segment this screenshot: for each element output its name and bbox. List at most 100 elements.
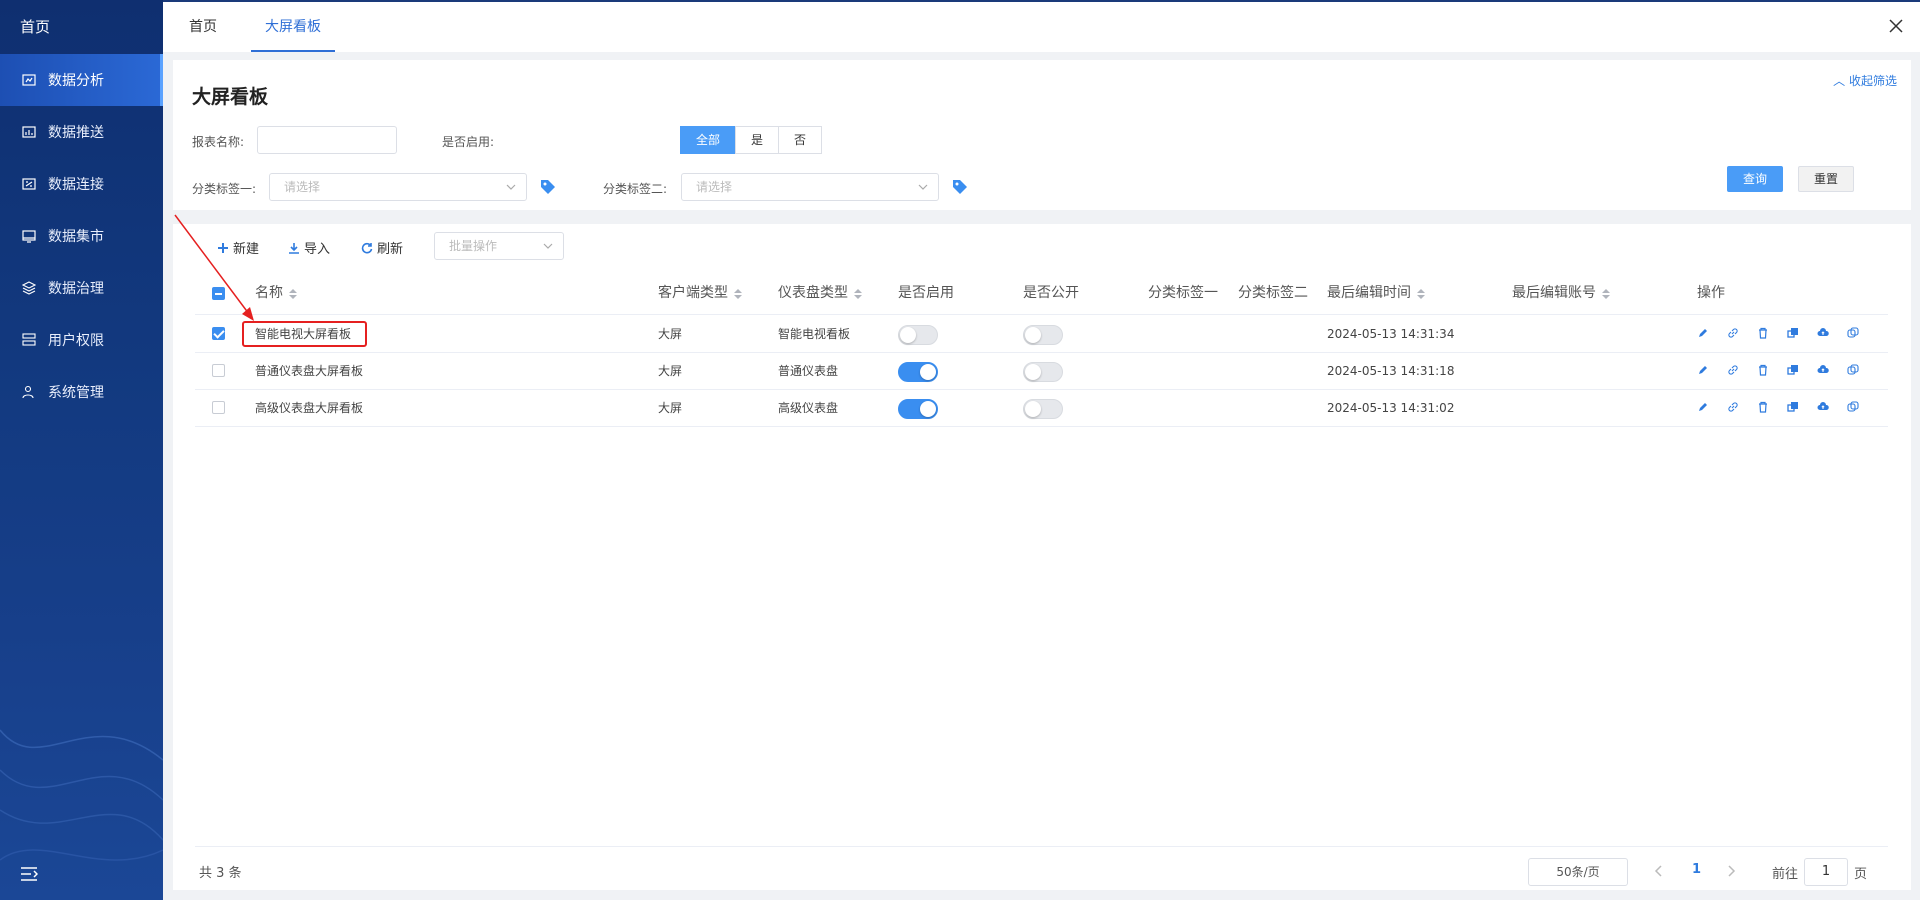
settings-user-icon [22,385,36,399]
duplicate-icon[interactable] [1847,364,1859,376]
duplicate-icon[interactable] [1847,327,1859,339]
sidebar-home[interactable]: 首页 [0,0,163,54]
sidebar-item-label: 数据推送 [48,125,104,141]
bar-chart-icon [22,125,36,139]
cell-last-edit-time: 2024-05-13 14:31:02 [1327,401,1455,415]
column-dashboard-type[interactable]: 仪表盘类型 [778,272,862,315]
cell-client-type: 大屏 [658,364,683,378]
enabled-segmented: 全部 是 否 [680,126,823,154]
refresh-button[interactable]: 刷新 [361,238,403,257]
prev-page-icon[interactable] [1653,864,1665,878]
copy-icon[interactable] [1787,401,1799,413]
tab-bar: 首页 大屏看板 [163,0,1920,52]
menu-collapse-icon[interactable] [20,866,38,882]
column-client-type[interactable]: 客户端类型 [658,272,742,315]
enabled-option-all[interactable]: 全部 [680,126,737,154]
link-icon[interactable] [1727,327,1739,339]
cell-last-edit-time: 2024-05-13 14:31:34 [1327,327,1455,341]
next-page-icon[interactable] [1725,864,1737,878]
enabled-toggle[interactable] [898,362,938,382]
reset-button[interactable]: 重置 [1798,166,1854,192]
copy-icon[interactable] [1787,327,1799,339]
link-icon[interactable] [1727,364,1739,376]
enabled-toggle[interactable] [898,399,938,419]
collapse-filter-link[interactable]: ︿ 收起筛选 [1833,72,1897,89]
user-list-icon [22,333,36,347]
chevron-down-icon [506,184,516,190]
edit-icon[interactable] [1697,364,1709,376]
chart-icon [22,73,36,87]
public-toggle[interactable] [1023,325,1063,345]
cloud-upload-icon[interactable] [1817,401,1829,413]
sidebar-item-system-management[interactable]: 系统管理 [0,366,163,418]
tag-icon[interactable] [539,178,557,196]
batch-operation-select[interactable]: 批量操作 [434,232,564,260]
sidebar-item-user-permission[interactable]: 用户权限 [0,314,163,366]
query-button[interactable]: 查询 [1727,166,1783,192]
edit-icon[interactable] [1697,327,1709,339]
delete-icon[interactable] [1757,327,1769,339]
sort-icon[interactable] [289,288,297,299]
tag2-select[interactable]: 请选择 [681,173,939,201]
sort-icon[interactable] [734,288,742,299]
copy-icon[interactable] [1787,364,1799,376]
sidebar-item-data-analysis[interactable]: 数据分析 [0,54,163,106]
column-last-edit-account[interactable]: 最后编辑账号 [1512,272,1610,315]
monitor-icon [22,229,36,243]
sidebar-item-data-governance[interactable]: 数据治理 [0,262,163,314]
report-name-input[interactable] [257,126,397,154]
sort-icon[interactable] [1602,288,1610,299]
enabled-option-no[interactable]: 否 [778,126,823,154]
delete-icon[interactable] [1757,401,1769,413]
column-tag1: 分类标签一 [1148,285,1218,301]
total-count: 共 3 条 [199,866,242,881]
sidebar-item-data-connection[interactable]: 数据连接 [0,158,163,210]
sidebar-item-label: 系统管理 [48,385,104,401]
tag1-select[interactable]: 请选择 [269,173,527,201]
public-toggle[interactable] [1023,362,1063,382]
row-checkbox[interactable] [212,364,225,377]
tab-dashboard[interactable]: 大屏看板 [251,2,335,52]
tab-home[interactable]: 首页 [189,2,217,52]
page-size-select[interactable]: 50条/页 [1528,858,1628,886]
sidebar-item-data-push[interactable]: 数据推送 [0,106,163,158]
sort-icon[interactable] [854,288,862,299]
row-actions [1697,364,1877,376]
cell-client-type: 大屏 [658,401,683,415]
row-checkbox[interactable] [212,401,225,414]
cloud-upload-icon[interactable] [1817,364,1829,376]
row-actions [1697,401,1877,413]
delete-icon[interactable] [1757,364,1769,376]
cell-name[interactable]: 高级仪表盘大屏看板 [255,390,363,426]
goto-page-input[interactable]: 1 [1804,858,1848,886]
edit-icon[interactable] [1697,401,1709,413]
link-icon[interactable] [1727,401,1739,413]
row-actions [1697,327,1877,339]
table-header: 名称 客户端类型 仪表盘类型 是否启用 是否公开 分类标签一 分类标签二 最后编… [195,272,1888,315]
duplicate-icon[interactable] [1847,401,1859,413]
refresh-icon [361,242,373,253]
goto-prefix: 前往 [1772,867,1799,882]
footer-divider [195,846,1888,847]
sidebar-item-label: 数据分析 [48,73,104,89]
sidebar-item-data-market[interactable]: 数据集市 [0,210,163,262]
column-operations: 操作 [1697,285,1725,301]
close-icon[interactable] [1888,18,1904,34]
tag2-label: 分类标签二: [603,182,668,196]
column-public: 是否公开 [1023,285,1079,301]
public-toggle[interactable] [1023,399,1063,419]
cell-dashboard-type: 普通仪表盘 [778,364,839,378]
tag-icon[interactable] [951,178,969,196]
download-icon [289,242,299,254]
cloud-upload-icon[interactable] [1817,327,1829,339]
cell-client-type: 大屏 [658,327,683,341]
enabled-toggle[interactable] [898,325,938,345]
sidebar-item-label: 数据治理 [48,281,104,297]
column-last-edit-time[interactable]: 最后编辑时间 [1327,272,1425,315]
current-page[interactable]: 1 [1692,862,1701,877]
enabled-option-yes[interactable]: 是 [735,126,780,154]
decorative-wave [0,729,163,861]
sort-icon[interactable] [1417,288,1425,299]
cell-name[interactable]: 普通仪表盘大屏看板 [255,353,363,389]
import-button[interactable]: 导入 [288,238,330,257]
